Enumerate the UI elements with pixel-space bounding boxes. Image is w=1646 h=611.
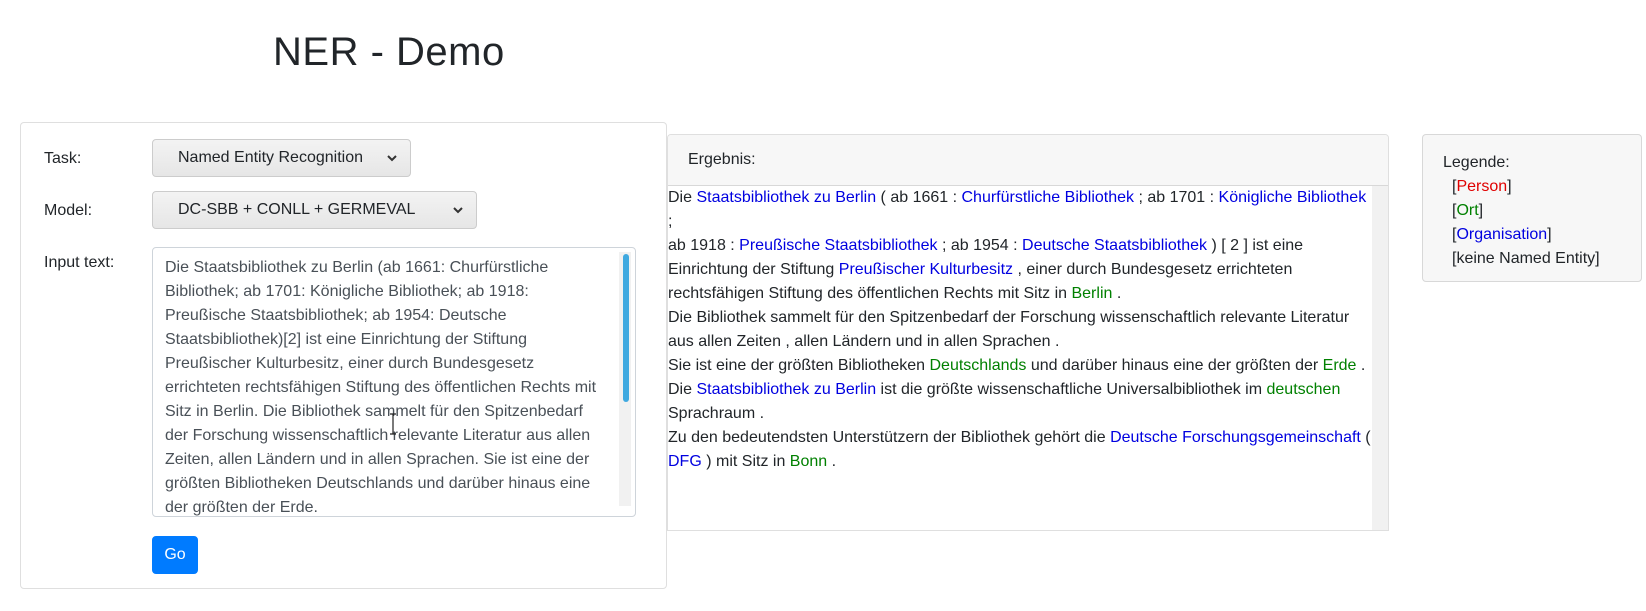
result-line: Die Bibliothek sammelt für den Spitzenbe…: [668, 306, 1373, 330]
result-plain-text: (: [1360, 429, 1371, 446]
page-title: NER - Demo: [273, 30, 505, 74]
result-card: Ergebnis: Die Staatsbibliothek zu Berlin…: [667, 134, 1389, 531]
legend-title: Legende:: [1443, 154, 1510, 171]
entity-organisation: Preußischer Kulturbesitz: [838, 261, 1014, 278]
result-plain-text: ; ab 1701 :: [1134, 189, 1219, 206]
result-line: Sie ist eine der größten Bibliotheken De…: [668, 354, 1373, 378]
legend-organisation-label: Organisation: [1456, 226, 1548, 243]
result-plain-text: Die: [668, 189, 697, 206]
model-label: Model:: [44, 202, 93, 219]
result-plain-text: Die: [668, 381, 697, 398]
result-plain-text: ( ab 1661 :: [876, 189, 962, 206]
result-line: aus allen Zeiten , allen Ländern und in …: [668, 330, 1373, 354]
result-plain-text: ) mit Sitz in: [701, 453, 790, 470]
result-plain-text: und darüber hinaus eine der größten der: [1026, 357, 1323, 374]
legend-none: [keine Named Entity]: [1452, 250, 1600, 267]
result-line: Sprachraum .: [668, 402, 1373, 426]
result-line: Die Staatsbibliothek zu Berlin ( ab 1661…: [668, 186, 1373, 234]
result-line: rechtsfähigen Stiftung des öffentlichen …: [668, 282, 1373, 306]
result-plain-text: ; ab 1954 :: [937, 237, 1023, 254]
result-line: Einrichtung der Stiftung Preußischer Kul…: [668, 258, 1373, 282]
input-textarea-content[interactable]: Die Staatsbibliothek zu Berlin (ab 1661:…: [165, 256, 610, 516]
task-select-value: Named Entity Recognition: [178, 149, 363, 166]
entity-location: deutschen: [1266, 381, 1341, 398]
result-header: Ergebnis:: [668, 135, 1388, 186]
result-plain-text: .: [1356, 357, 1366, 374]
model-select-value: DC-SBB + CONLL + GERMEVAL: [178, 201, 416, 218]
chevron-down-icon: [387, 155, 397, 162]
entity-organisation: Deutsche Staatsbibliothek: [1022, 237, 1208, 254]
entity-organisation: Königliche Bibliothek: [1218, 189, 1367, 206]
result-line: DFG ) mit Sitz in Bonn .: [668, 450, 1373, 474]
legend-organisation: [Organisation]: [1452, 226, 1552, 243]
result-line: Zu den bedeutendsten Unterstützern der B…: [668, 426, 1373, 450]
result-plain-text: Einrichtung der Stiftung: [668, 261, 839, 278]
result-plain-text: Sprachraum .: [668, 405, 765, 422]
go-button[interactable]: Go: [152, 536, 198, 574]
result-plain-text: Sie ist eine der größten Bibliotheken: [668, 357, 930, 374]
legend-card: Legende: [Person] [Ort] [Organisation] […: [1422, 134, 1642, 282]
entity-organisation: DFG: [668, 453, 702, 470]
result-plain-text: ;: [668, 213, 673, 230]
task-select[interactable]: Named Entity Recognition: [152, 139, 411, 177]
input-text-label: Input text:: [44, 254, 115, 271]
result-plain-text: rechtsfähigen Stiftung des öffentlichen …: [668, 285, 1072, 302]
entity-location: Berlin: [1071, 285, 1113, 302]
legend-location-label: Ort: [1456, 202, 1479, 219]
result-plain-text: ab 1918 :: [668, 237, 740, 254]
result-line: Die Staatsbibliothek zu Berlin ist die g…: [668, 378, 1373, 402]
result-plain-text: .: [1112, 285, 1122, 302]
entity-organisation: Churfürstliche Bibliothek: [961, 189, 1135, 206]
result-plain-text: ) [ 2 ] ist eine: [1207, 237, 1304, 254]
legend-location: [Ort]: [1452, 202, 1484, 219]
input-textarea[interactable]: Die Staatsbibliothek zu Berlin (ab 1661:…: [152, 247, 636, 517]
task-label: Task:: [44, 150, 82, 167]
result-plain-text: .: [827, 453, 837, 470]
result-scrollbar[interactable]: [1372, 186, 1388, 530]
entity-organisation: Staatsbibliothek zu Berlin: [696, 189, 877, 206]
entity-location: Bonn: [789, 453, 828, 470]
model-select[interactable]: DC-SBB + CONLL + GERMEVAL: [152, 191, 477, 229]
legend-person: [Person]: [1452, 178, 1512, 195]
entity-location: Erde: [1322, 357, 1357, 374]
legend-person-label: Person: [1456, 178, 1508, 195]
entity-organisation: Staatsbibliothek zu Berlin: [696, 381, 877, 398]
result-plain-text: Die Bibliothek sammelt für den Spitzenbe…: [668, 309, 1350, 326]
result-plain-text: ist die größte wissenschaftliche Univers…: [876, 381, 1267, 398]
chevron-down-icon: [453, 207, 463, 214]
input-form-card: Task: Named Entity Recognition Model: DC…: [20, 122, 667, 589]
result-plain-text: aus allen Zeiten , allen Ländern und in …: [668, 333, 1060, 350]
textarea-scrollbar-thumb[interactable]: [623, 254, 629, 402]
result-plain-text: Zu den bedeutendsten Unterstützern der B…: [668, 429, 1111, 446]
entity-location: Deutschlands: [929, 357, 1027, 374]
entity-organisation: Deutsche Forschungsgemeinschaft: [1110, 429, 1361, 446]
entity-organisation: Preußische Staatsbibliothek: [739, 237, 938, 254]
result-text: Die Staatsbibliothek zu Berlin ( ab 1661…: [668, 186, 1375, 530]
result-plain-text: , einer durch Bundesgesetz errichteten: [1013, 261, 1293, 278]
result-line: ab 1918 : Preußische Staatsbibliothek ; …: [668, 234, 1373, 258]
text-cursor-icon: [390, 413, 396, 435]
